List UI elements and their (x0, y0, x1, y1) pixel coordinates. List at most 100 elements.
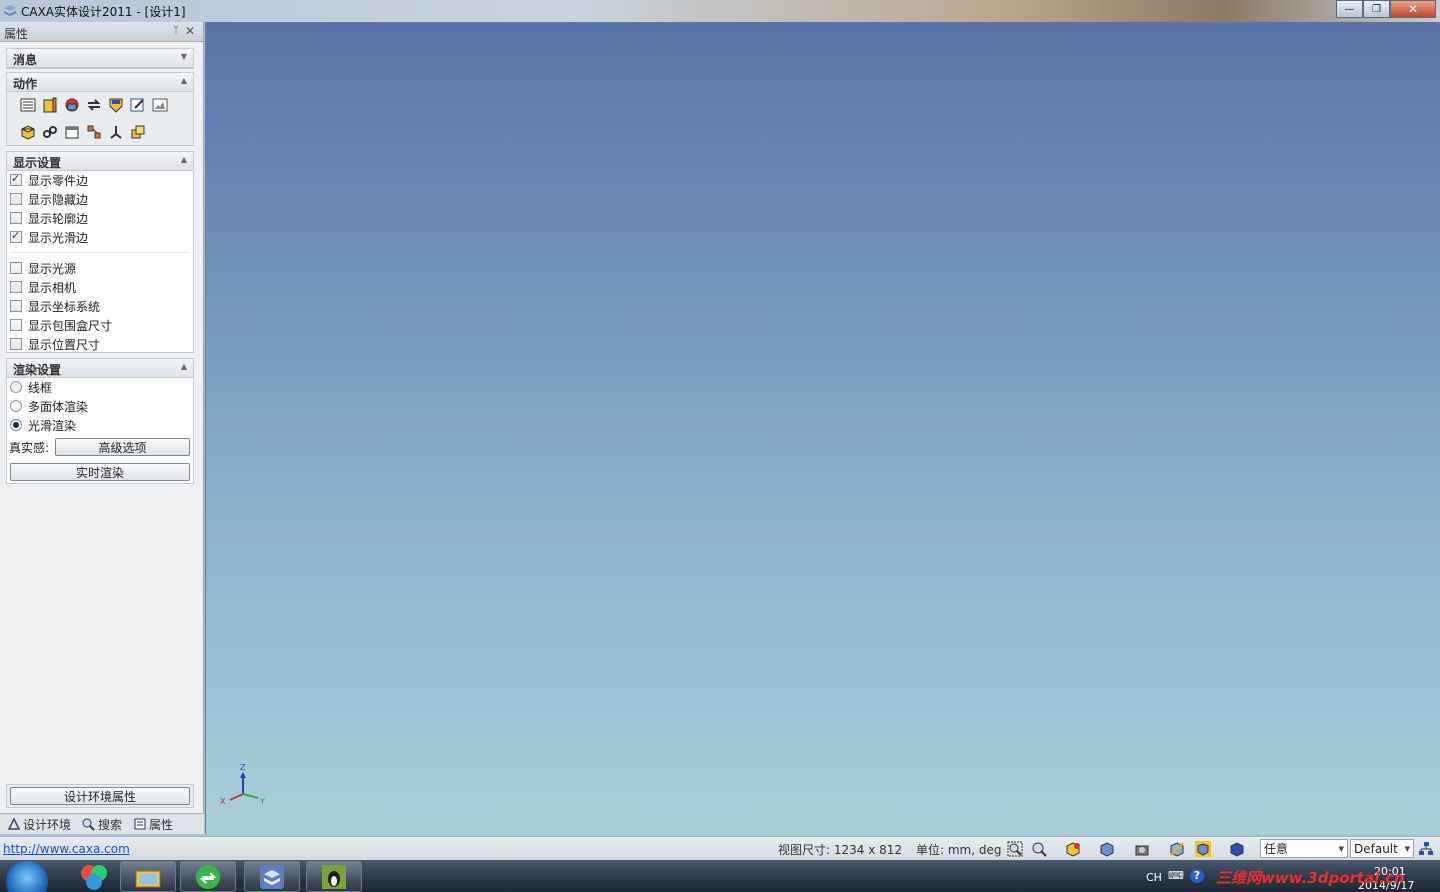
part-icon[interactable] (41, 96, 58, 113)
radio-button[interactable] (10, 381, 22, 393)
advanced-options-button[interactable]: 高级选项 (55, 438, 190, 456)
show-hidden-edges-option[interactable]: 显示隐藏边 (10, 190, 88, 208)
window-title: CAXA实体设计2011 - [设计1] (21, 5, 186, 19)
actions-section-title: 动作 (13, 77, 38, 91)
tab-design-env[interactable]: 设计环境 (7, 816, 71, 833)
assembly-icon[interactable] (63, 96, 80, 113)
realtime-render-button[interactable]: 实时渲染 (10, 463, 190, 481)
option-label: 显示轮廓边 (28, 211, 89, 226)
y-axis-label: Y (259, 797, 265, 806)
exchange-icon[interactable] (85, 96, 102, 113)
checkbox[interactable] (10, 281, 22, 293)
chevron-up-icon[interactable]: ▲ (181, 155, 187, 164)
show-silhouette-edges-option[interactable]: 显示轮廓边 (10, 209, 88, 227)
caxa-app-icon[interactable] (3, 4, 17, 18)
pin-icon[interactable]: ᛘ (173, 25, 179, 36)
material-icon[interactable] (107, 96, 124, 113)
axis-triad-icon: Z Y X (220, 764, 265, 806)
component-icon[interactable] (85, 123, 102, 140)
show-camera-option[interactable]: 显示相机 (10, 278, 76, 296)
checkbox[interactable] (10, 212, 22, 224)
tab-label: 属性 (149, 817, 174, 832)
chevron-down-icon[interactable]: ▼ (181, 52, 187, 61)
camera-icon[interactable] (1134, 840, 1152, 858)
option-label: 线框 (28, 380, 53, 395)
calendar-icon[interactable] (63, 123, 80, 140)
start-button[interactable] (6, 861, 48, 892)
show-lights-option[interactable]: 显示光源 (10, 259, 76, 277)
messages-section: 消息 ▼ (6, 48, 194, 69)
network-tree-icon[interactable] (1417, 840, 1435, 858)
checkbox[interactable] (10, 300, 22, 312)
checkbox[interactable] (10, 193, 22, 205)
tab-properties[interactable]: 属性 (133, 816, 173, 833)
design-viewport[interactable]: Z Y X (205, 22, 1440, 834)
panel-close-icon[interactable]: ✕ (185, 24, 195, 38)
link-icon[interactable] (41, 123, 58, 140)
units-text: 单位: mm, deg (916, 843, 1002, 857)
action-toolbar-row-2 (19, 123, 189, 140)
minimize-button[interactable]: — (1336, 0, 1363, 18)
browser-taskbar-icon[interactable] (180, 861, 236, 892)
chevron-up-icon[interactable]: ▲ (181, 362, 187, 371)
show-smooth-edges-option[interactable]: 显示光滑边 (10, 228, 88, 246)
caxa-taskbar-icon[interactable] (244, 861, 300, 892)
show-coordinate-system-option[interactable]: 显示坐标系统 (10, 297, 100, 315)
tab-search[interactable]: 搜索 (82, 816, 122, 833)
render-section-title: 渲染设置 (13, 363, 62, 377)
show-bounding-box-option[interactable]: 显示包围盒尺寸 (10, 316, 112, 334)
constraint-icon[interactable] (107, 123, 124, 140)
cube-icon[interactable] (19, 123, 36, 140)
show-part-edges-option[interactable]: 显示零件边 (10, 171, 88, 189)
wireframe-option[interactable]: 线框 (10, 378, 52, 396)
render-section-header[interactable]: 渲染设置 ▲ (7, 359, 193, 378)
zoom-icon[interactable] (1030, 840, 1048, 858)
search-icon (82, 818, 95, 831)
input-language-indicator[interactable]: CH (1146, 871, 1162, 884)
shaded-view-icon[interactable] (1194, 840, 1212, 858)
checkbox[interactable] (10, 338, 22, 350)
chevron-up-icon[interactable]: ▲ (181, 76, 187, 85)
z-axis-label: Z (240, 764, 246, 772)
media-player-icon[interactable] (66, 861, 122, 892)
display-style-icon[interactable] (1228, 840, 1246, 858)
radio-button[interactable] (10, 419, 22, 431)
style-select[interactable]: Default ▼ (1350, 839, 1414, 858)
zoom-window-icon[interactable] (1006, 840, 1024, 858)
view-orient-icon[interactable] (1064, 840, 1082, 858)
faceted-render-option[interactable]: 多面体渲染 (10, 397, 88, 415)
show-position-dimensions-option[interactable]: 显示位置尺寸 (10, 335, 100, 353)
filter-select-value: 任意 (1264, 842, 1289, 856)
checkbox[interactable] (10, 319, 22, 331)
tab-label: 设计环境 (23, 817, 72, 832)
tab-label: 搜索 (98, 817, 123, 832)
edit-icon[interactable] (129, 96, 146, 113)
close-button[interactable]: ✕ (1390, 0, 1436, 18)
actions-section-header[interactable]: 动作 ▲ (7, 73, 193, 92)
keyboard-icon[interactable]: ⌨ (1168, 869, 1184, 882)
chevron-down-icon: ▼ (1338, 845, 1344, 853)
filter-select[interactable]: 任意 ▼ (1260, 839, 1348, 858)
qq-taskbar-icon[interactable] (306, 861, 362, 892)
env-props-section: 设计环境属性 (6, 784, 194, 808)
restore-button[interactable]: ❐ (1363, 0, 1390, 18)
checkbox[interactable] (10, 229, 22, 243)
design-env-properties-button[interactable]: 设计环境属性 (10, 787, 190, 805)
option-label: 显示光源 (28, 261, 77, 276)
actions-section: 动作 ▲ (6, 72, 194, 146)
messages-section-header[interactable]: 消息 ▼ (7, 49, 193, 68)
render-mode-icon[interactable] (1168, 840, 1186, 858)
caxa-website-link[interactable]: http://www.caxa.com (3, 842, 130, 856)
display-section-header[interactable]: 显示设置 ▲ (7, 152, 193, 171)
standard-view-icon[interactable] (1098, 840, 1116, 858)
smooth-render-option[interactable]: 光滑渲染 (10, 416, 76, 434)
checkbox[interactable] (10, 262, 22, 274)
help-icon[interactable]: ? (1190, 869, 1204, 883)
stack-icon[interactable] (129, 123, 146, 140)
checkbox[interactable] (10, 172, 22, 186)
list-icon[interactable] (19, 96, 36, 113)
file-explorer-taskbar-icon[interactable] (120, 861, 176, 892)
realism-label: 真实感: (9, 441, 50, 455)
radio-button[interactable] (10, 400, 22, 412)
image-icon[interactable] (151, 96, 168, 113)
